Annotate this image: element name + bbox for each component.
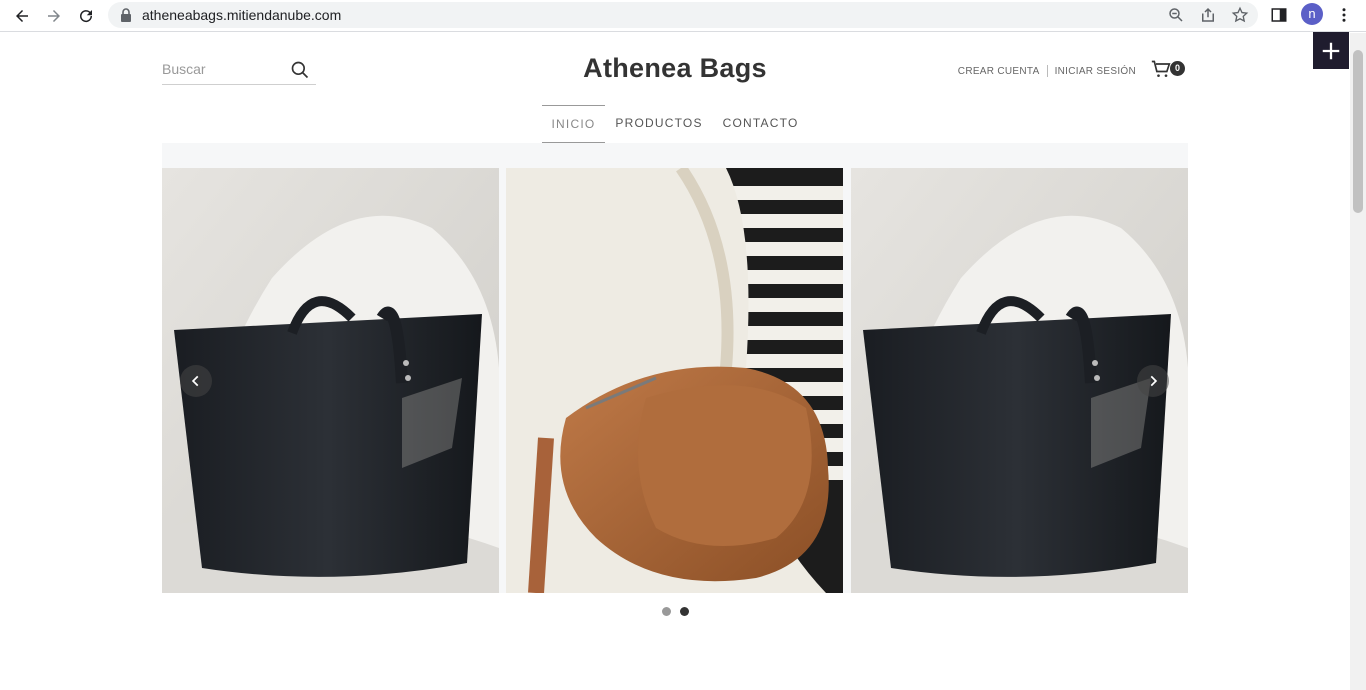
back-button[interactable] bbox=[9, 3, 35, 29]
reload-button[interactable] bbox=[73, 3, 99, 29]
profile-avatar[interactable]: n bbox=[1301, 3, 1323, 25]
more-vertical-icon bbox=[1342, 8, 1346, 22]
page-scrollbar[interactable] bbox=[1350, 33, 1366, 690]
account-links: CREAR CUENTA INICIAR SESIÓN bbox=[958, 65, 1136, 77]
nav-item-inicio[interactable]: INICIO bbox=[541, 105, 606, 143]
carousel-next-button[interactable] bbox=[1137, 365, 1169, 397]
scrollbar-thumb[interactable] bbox=[1353, 50, 1363, 213]
carousel-prev-button[interactable] bbox=[180, 365, 212, 397]
chevron-right-icon bbox=[1150, 375, 1158, 387]
arrow-left-icon bbox=[16, 10, 28, 22]
bookmark-star-icon[interactable] bbox=[1231, 6, 1249, 24]
store-page: Athenea Bags CREAR CUENTA INICIAR SESIÓN… bbox=[0, 33, 1350, 690]
share-icon[interactable] bbox=[1199, 6, 1217, 24]
create-account-link[interactable]: CREAR CUENTA bbox=[958, 66, 1040, 77]
nav-item-productos[interactable]: PRODUCTOS bbox=[605, 105, 712, 143]
zoom-icon[interactable] bbox=[1167, 6, 1185, 24]
account-divider bbox=[1046, 65, 1048, 77]
login-link[interactable]: INICIAR SESIÓN bbox=[1055, 66, 1136, 77]
plus-icon bbox=[1322, 42, 1340, 59]
black-tote-bag-image bbox=[162, 168, 499, 593]
cart-button[interactable]: 0 bbox=[1151, 59, 1187, 81]
arrow-right-icon bbox=[48, 10, 60, 22]
image-carousel bbox=[162, 143, 1188, 593]
carousel-dot-1[interactable] bbox=[661, 607, 671, 616]
slide-1[interactable] bbox=[162, 168, 499, 593]
address-bar[interactable]: atheneabags.mitiendanube.com bbox=[108, 2, 1258, 28]
reload-icon bbox=[80, 10, 93, 23]
browser-toolbar: atheneabags.mitiendanube.com n bbox=[0, 0, 1366, 32]
lock-icon bbox=[121, 8, 131, 22]
side-panel-icon bbox=[1271, 8, 1287, 22]
browser-menu-button[interactable] bbox=[1333, 4, 1355, 26]
store-logo[interactable]: Athenea Bags bbox=[0, 53, 1350, 84]
carousel-pagination bbox=[0, 607, 1350, 616]
forward-button[interactable] bbox=[41, 3, 67, 29]
url-text: atheneabags.mitiendanube.com bbox=[142, 7, 342, 23]
shopping-cart-icon bbox=[1151, 60, 1171, 77]
admin-plus-button[interactable] bbox=[1313, 32, 1349, 69]
carousel-dot-2[interactable] bbox=[679, 607, 689, 616]
nav-item-contacto[interactable]: CONTACTO bbox=[713, 105, 809, 143]
store-name: Athenea Bags bbox=[583, 53, 767, 83]
slide-2[interactable] bbox=[506, 168, 843, 593]
cart-count-badge: 0 bbox=[1170, 61, 1185, 76]
side-panel-button[interactable] bbox=[1268, 4, 1290, 26]
main-navigation: INICIO PRODUCTOS CONTACTO bbox=[0, 105, 1350, 143]
brown-crossbody-bag-image bbox=[506, 168, 843, 593]
chevron-left-icon bbox=[191, 375, 199, 387]
